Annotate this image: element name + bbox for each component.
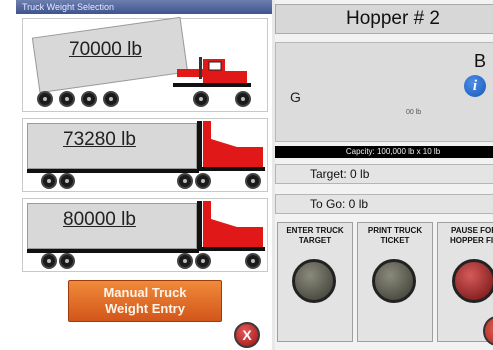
control-label: ENTER TRUCK TARGET [286, 226, 344, 245]
wheel-icon [41, 173, 57, 189]
truck-weight-label: 80000 lb [63, 209, 136, 230]
wheel-icon [195, 253, 211, 269]
truck-weight-label: 70000 lb [69, 39, 142, 60]
truck-cab-icon [173, 57, 251, 87]
wheel-icon [103, 91, 119, 107]
wheel-icon [81, 91, 97, 107]
capacity-bar: Capcity: 100,000 lb x 10 lb [275, 146, 493, 158]
truck-option-2[interactable]: 73280 lb [22, 118, 268, 192]
wheel-icon [245, 173, 261, 189]
control-label: PRINT TRUCK TICKET [367, 226, 423, 245]
wheel-icon [59, 173, 75, 189]
manual-button-line2: Weight Entry [105, 301, 185, 316]
enter-truck-target-control: ENTER TRUCK TARGET [277, 222, 353, 342]
hopper-title: Hopper # 2 [275, 4, 493, 34]
panel-title: Truck Weight Selection [16, 0, 272, 14]
target-field: Target: 0 lb [275, 164, 493, 184]
wheel-icon [177, 253, 193, 269]
wheel-icon [235, 91, 251, 107]
app-window: Truck Weight Selection 70000 lb 73280 lb [16, 0, 493, 350]
scale-display: G B 00 lb i [275, 42, 493, 142]
print-truck-ticket-button[interactable] [372, 259, 416, 303]
trailer-frame [27, 249, 199, 253]
wheel-icon [195, 173, 211, 189]
wheel-icon [41, 253, 57, 269]
pause-hopper-fill-button[interactable] [452, 259, 493, 303]
wheel-icon [193, 91, 209, 107]
manual-button-line1: Manual Truck [103, 285, 187, 300]
hopper-panel: Hopper # 2 G B 00 lb i Capcity: 100,000 … [275, 0, 493, 350]
info-icon[interactable]: i [464, 75, 486, 97]
truck-option-1[interactable]: 70000 lb [22, 16, 268, 112]
wheel-icon [177, 173, 193, 189]
wheel-icon [59, 253, 75, 269]
manual-weight-entry-button[interactable]: Manual Truck Weight Entry [68, 280, 222, 322]
print-truck-ticket-control: PRINT TRUCK TICKET [357, 222, 433, 342]
control-label: PAUSE FORHOPPER FIL [449, 226, 493, 245]
truck-option-3[interactable]: 80000 lb [22, 198, 268, 272]
display-units: 00 lb [406, 109, 422, 116]
batch-indicator: B [474, 51, 487, 71]
truck-weight-label: 73280 lb [63, 129, 136, 150]
wheel-icon [37, 91, 53, 107]
gross-indicator: G [290, 89, 301, 105]
truck-selection-panel: Truck Weight Selection 70000 lb 73280 lb [16, 0, 275, 350]
enter-truck-target-button[interactable] [292, 259, 336, 303]
wheel-icon [245, 253, 261, 269]
truck-cab-icon [197, 201, 265, 251]
trailer-frame [27, 169, 199, 173]
wheel-icon [59, 91, 75, 107]
to-go-field: To Go: 0 lb [275, 194, 493, 214]
truck-cab-icon [197, 121, 265, 171]
close-button[interactable]: X [234, 322, 260, 348]
